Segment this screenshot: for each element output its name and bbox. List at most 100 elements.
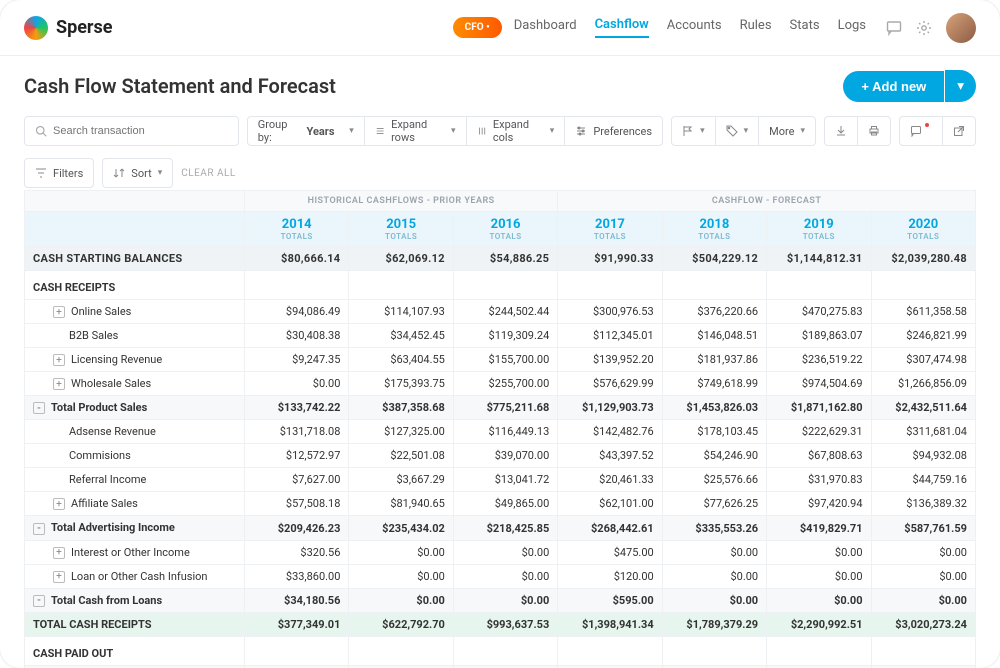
expand-toggle-icon[interactable]: + (53, 498, 65, 510)
row-label: CASH RECEIPTS (25, 271, 245, 300)
search-input-wrap[interactable] (24, 116, 239, 146)
expand-toggle-icon[interactable]: - (33, 402, 45, 414)
year-header[interactable]: 2018TOTALS (662, 212, 766, 247)
value-cell: $39,070.00 (453, 444, 557, 468)
value-cell: $114,107.93 (349, 300, 453, 324)
value-cell: $116,449.13 (453, 420, 557, 444)
expand-rows-button[interactable]: Expand rows▾ (364, 116, 466, 146)
value-cell: $25,576.66 (662, 468, 766, 492)
add-new-button[interactable]: + Add new (843, 71, 944, 102)
sliders-icon (575, 125, 587, 137)
row-label[interactable]: +Online Sales (25, 300, 245, 324)
value-cell: $387,358.68 (349, 396, 453, 420)
share-button[interactable] (942, 116, 976, 146)
value-cell: $0.00 (245, 372, 349, 396)
tag-button[interactable]: ▾ (715, 116, 759, 146)
chat-icon[interactable] (886, 20, 902, 36)
nav-accounts[interactable]: Accounts (667, 18, 722, 37)
value-cell: $133,742.22 (245, 396, 349, 420)
row-label[interactable]: +Affiliate Sales (25, 492, 245, 516)
search-input[interactable] (53, 125, 228, 137)
value-cell: $0.00 (662, 540, 766, 564)
row-label[interactable]: +Interest or Other Income (25, 540, 245, 564)
clear-all-link[interactable]: CLEAR ALL (181, 168, 236, 179)
value-cell: $80,666.14 (245, 247, 349, 271)
value-cell: $81,940.65 (349, 492, 453, 516)
year-header[interactable]: 2016TOTALS (453, 212, 557, 247)
nav-dashboard[interactable]: Dashboard (514, 18, 577, 37)
cashflow-table: HISTORICAL CASHFLOWS - PRIOR YEARS CASHF… (24, 190, 976, 668)
avatar[interactable] (946, 13, 976, 43)
row-label: CASH STARTING BALANCES (25, 247, 245, 271)
print-button[interactable] (857, 116, 891, 146)
value-cell: $2,290,992.51 (767, 612, 871, 636)
table-row: +Loan or Other Cash Infusion$33,860.00$0… (25, 564, 976, 588)
flag-button[interactable]: ▾ (671, 116, 715, 146)
value-cell: $1,266,856.09 (871, 372, 975, 396)
row-label[interactable]: +Loan or Other Cash Infusion (25, 564, 245, 588)
year-header[interactable]: 2015TOTALS (349, 212, 453, 247)
expand-cols-button[interactable]: Expand cols▾ (466, 116, 565, 146)
table-row: Adsense Revenue$131,718.08$127,325.00$11… (25, 420, 976, 444)
group-header-historical: HISTORICAL CASHFLOWS - PRIOR YEARS (245, 191, 558, 212)
value-cell: $235,434.02 (349, 516, 453, 540)
download-icon (835, 125, 847, 137)
value-cell: $119,309.24 (453, 324, 557, 348)
table-row: +Interest or Other Income$320.56$0.00$0.… (25, 540, 976, 564)
row-label[interactable]: -Total Advertising Income (25, 516, 245, 540)
value-cell: $127,325.00 (349, 420, 453, 444)
table-row: Commisions$12,572.97$22,501.08$39,070.00… (25, 444, 976, 468)
value-cell: $63,404.55 (349, 348, 453, 372)
note-icon (910, 125, 922, 137)
filters-button[interactable]: Filters (24, 158, 94, 188)
search-icon (35, 125, 47, 137)
value-cell: $7,627.00 (245, 468, 349, 492)
row-label: Adsense Revenue (25, 420, 245, 444)
value-cell: $0.00 (662, 564, 766, 588)
year-header[interactable]: 2020TOTALS (871, 212, 975, 247)
notification-dot (925, 123, 929, 127)
nav-rules[interactable]: Rules (740, 18, 772, 37)
value-cell: $120.00 (558, 564, 662, 588)
row-label[interactable]: +Licensing Revenue (25, 348, 245, 372)
year-header[interactable]: 2017TOTALS (558, 212, 662, 247)
preferences-button[interactable]: Preferences (564, 116, 663, 146)
nav-stats[interactable]: Stats (790, 18, 820, 37)
expand-toggle-icon[interactable]: + (53, 354, 65, 366)
expand-rows-icon (375, 125, 385, 137)
expand-toggle-icon[interactable]: + (53, 547, 65, 559)
expand-toggle-icon[interactable]: + (53, 378, 65, 390)
value-cell: $139,952.20 (558, 348, 662, 372)
row-label: Commisions (25, 444, 245, 468)
row-label[interactable]: -Total Cash from Loans (25, 588, 245, 612)
download-button[interactable] (824, 116, 857, 146)
gear-icon[interactable] (916, 20, 932, 36)
logo[interactable]: Sperse (24, 16, 113, 40)
value-cell: $974,504.69 (767, 372, 871, 396)
expand-toggle-icon[interactable]: + (53, 306, 65, 318)
group-by-button[interactable]: Group by: Years ▾ (247, 116, 364, 146)
year-header[interactable]: 2014TOTALS (245, 212, 349, 247)
sort-button[interactable]: Sort▾ (102, 158, 173, 188)
value-cell: $255,700.00 (453, 372, 557, 396)
nav-cashflow[interactable]: Cashflow (595, 17, 649, 38)
year-header[interactable]: 2019TOTALS (767, 212, 871, 247)
nav-logs[interactable]: Logs (838, 18, 866, 37)
more-button[interactable]: More▾ (758, 116, 816, 146)
expand-toggle-icon[interactable]: - (33, 523, 45, 535)
value-cell: $155,700.00 (453, 348, 557, 372)
value-cell: $1,789,379.29 (662, 612, 766, 636)
value-cell: $67,808.63 (767, 444, 871, 468)
row-label: CASH PAID OUT (25, 636, 245, 665)
add-new-dropdown[interactable]: ▾ (945, 70, 976, 102)
group-header-forecast: CASHFLOW - FORECAST (558, 191, 976, 212)
cfo-badge[interactable]: CFO • (453, 17, 502, 38)
value-cell: $587,761.59 (871, 516, 975, 540)
row-label[interactable]: -Total Product Sales (25, 396, 245, 420)
expand-toggle-icon[interactable]: - (33, 595, 45, 607)
expand-toggle-icon[interactable]: + (53, 571, 65, 583)
value-cell: $244,502.44 (453, 300, 557, 324)
row-label[interactable]: +Wholesale Sales (25, 372, 245, 396)
value-cell: $993,637.53 (453, 612, 557, 636)
note-button[interactable] (899, 116, 942, 146)
